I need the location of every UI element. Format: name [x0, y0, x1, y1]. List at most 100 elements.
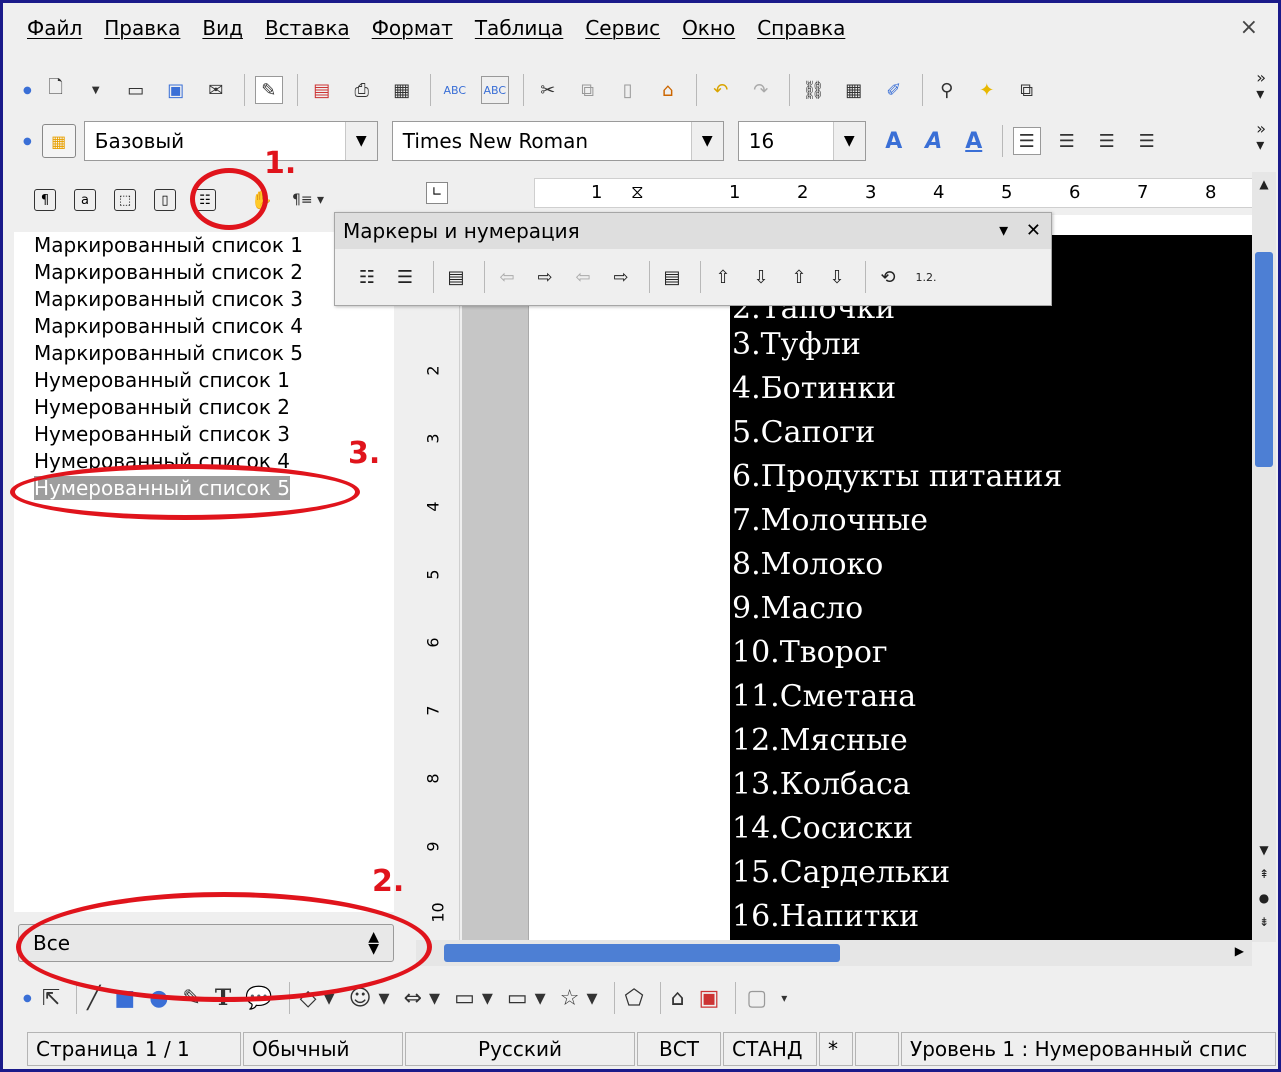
document-line[interactable]: 5.Сапоги: [732, 415, 875, 450]
chevron-down-icon[interactable]: ▼: [690, 122, 723, 160]
chevron-down-icon[interactable]: ▼: [832, 122, 865, 160]
promote-with-sublevels-icon[interactable]: ⇦: [571, 265, 595, 289]
paragraph-styles-icon[interactable]: ¶: [34, 189, 56, 211]
vertical-ruler[interactable]: 2 3 4 5 6 7 8 9 10: [416, 215, 460, 940]
insert-unnumbered-entry-icon[interactable]: ▤: [660, 265, 684, 289]
toolbar-handle-icon[interactable]: ●: [23, 85, 32, 96]
align-right-icon[interactable]: ☰: [1093, 127, 1121, 155]
redo-icon[interactable]: ↷: [747, 76, 775, 104]
document-line[interactable]: 4.Ботинки: [732, 371, 896, 406]
table-icon[interactable]: ▦: [840, 76, 868, 104]
list-item[interactable]: Маркированный список 4: [14, 313, 394, 340]
document-line[interactable]: 10.Творог: [732, 635, 888, 670]
paragraph-style-combo[interactable]: Базовый ▼: [83, 121, 378, 161]
new-document-icon[interactable]: 🗋: [42, 76, 70, 104]
character-styles-icon[interactable]: a: [74, 189, 96, 211]
more-tools-chevron-icon[interactable]: » ▾: [1256, 121, 1266, 153]
extrusion-icon[interactable]: ▢: [746, 986, 767, 1011]
export-pdf-icon[interactable]: ▤: [308, 76, 336, 104]
scroll-down-icon[interactable]: ▼: [1254, 840, 1274, 860]
ruler-indent-marker-icon[interactable]: ⧖: [631, 182, 644, 203]
flowchart-icon[interactable]: ▭ ▾: [454, 986, 493, 1011]
frame-styles-icon[interactable]: ⬚: [114, 189, 136, 211]
previous-page-icon[interactable]: ⇞: [1254, 864, 1274, 884]
document-line[interactable]: 8.Молоко: [732, 547, 883, 582]
justify-icon[interactable]: ☰: [1133, 127, 1161, 155]
page-styles-icon[interactable]: ▯: [154, 189, 176, 211]
move-down-with-subpoints-icon[interactable]: ⇩: [825, 265, 849, 289]
restart-numbering-icon[interactable]: ⟲: [876, 265, 900, 289]
font-size-combo[interactable]: 16 ▼: [737, 121, 866, 161]
document-line[interactable]: 13.Колбаса: [732, 767, 911, 802]
close-icon[interactable]: ✕: [1026, 220, 1041, 241]
find-replace-icon[interactable]: ⚲: [933, 76, 961, 104]
align-left-icon[interactable]: ☰: [1012, 127, 1041, 155]
next-page-icon[interactable]: ⇟: [1254, 912, 1274, 932]
list-item[interactable]: Маркированный список 5: [14, 340, 394, 367]
bullets-on-off-icon[interactable]: ☷: [355, 265, 379, 289]
from-file-image-icon[interactable]: ▣: [699, 986, 720, 1011]
font-name-combo[interactable]: Times New Roman ▼: [391, 121, 724, 161]
paste-icon[interactable]: ▯: [614, 76, 642, 104]
toolbar-handle-icon[interactable]: ●: [23, 993, 32, 1004]
cut-icon[interactable]: ✂: [534, 76, 562, 104]
align-center-icon[interactable]: ☰: [1053, 127, 1081, 155]
document-line[interactable]: 6.Продукты питания: [732, 459, 1062, 494]
list-item[interactable]: Нумерованный список 3: [14, 421, 394, 448]
vertical-scroll-thumb[interactable]: [1255, 252, 1273, 467]
status-signature[interactable]: [855, 1032, 899, 1066]
menu-edit[interactable]: Правка: [104, 16, 180, 40]
navigator-icon[interactable]: ✦: [973, 76, 1001, 104]
menu-tools[interactable]: Сервис: [585, 16, 660, 40]
more-tools-chevron-icon[interactable]: ▾: [781, 991, 787, 1005]
horizontal-ruler[interactable]: ∟ 1 ⧖ 1 2 3 4 5 6 7 8: [416, 172, 1254, 214]
save-icon[interactable]: ▣: [162, 76, 190, 104]
document-line[interactable]: 11.Сметана: [732, 679, 916, 714]
tab-stop-type-icon[interactable]: ∟: [426, 182, 448, 204]
document-line[interactable]: 15.Сардельки: [732, 855, 950, 890]
document-line[interactable]: 3.Туфли: [732, 327, 861, 362]
undo-icon[interactable]: ↶: [707, 76, 735, 104]
select-pointer-icon[interactable]: ⇱: [42, 986, 60, 1011]
move-up-icon[interactable]: ⇧: [711, 265, 735, 289]
print-icon[interactable]: ⎙: [348, 76, 376, 104]
format-paintbrush-icon[interactable]: ⌂: [654, 76, 682, 104]
dropdown-arrow-icon[interactable]: ▼: [82, 76, 110, 104]
bullets-numbering-dialog-icon[interactable]: 1.2.: [914, 265, 938, 289]
more-tools-chevron-icon[interactable]: » ▾: [1256, 70, 1266, 102]
document-canvas[interactable]: 2.Тапочки 3.Туфли 4.Ботинки 5.Сапоги 6.П…: [462, 215, 1252, 940]
callouts-icon[interactable]: ▭ ▾: [507, 986, 546, 1011]
spellcheck-icon[interactable]: ABC: [441, 76, 469, 104]
move-down-icon[interactable]: ⇩: [749, 265, 773, 289]
menu-help[interactable]: Справка: [757, 16, 845, 40]
document-page[interactable]: 2.Тапочки 3.Туфли 4.Ботинки 5.Сапоги 6.П…: [528, 215, 1252, 940]
menu-view[interactable]: Вид: [202, 16, 243, 40]
show-draw-functions-icon[interactable]: ✐: [880, 76, 908, 104]
edit-mode-icon[interactable]: ✎: [254, 76, 283, 104]
close-document-icon[interactable]: ×: [1240, 15, 1258, 40]
document-line[interactable]: 16.Напитки: [732, 899, 919, 934]
document-line[interactable]: 14.Сосиски: [732, 811, 913, 846]
document-line[interactable]: 9.Масло: [732, 591, 863, 626]
hyperlink-icon[interactable]: ⛓: [800, 76, 828, 104]
status-page-style[interactable]: Обычный: [243, 1032, 403, 1066]
document-line[interactable]: 7.Молочные: [732, 503, 928, 538]
underline-icon[interactable]: A: [960, 127, 988, 155]
document-line[interactable]: 12.Мясные: [732, 723, 908, 758]
menu-window[interactable]: Окно: [682, 16, 735, 40]
points-icon[interactable]: ⬠: [625, 986, 644, 1011]
move-up-with-subpoints-icon[interactable]: ⇧: [787, 265, 811, 289]
scroll-up-icon[interactable]: ▲: [1254, 174, 1274, 194]
stars-icon[interactable]: ☆ ▾: [560, 986, 598, 1011]
toolbar-titlebar[interactable]: Маркеры и нумерация ▾ ✕: [335, 213, 1051, 249]
menu-table[interactable]: Таблица: [475, 16, 563, 40]
toolbar-handle-icon[interactable]: ●: [23, 136, 32, 147]
demote-with-sublevels-icon[interactable]: ⇨: [609, 265, 633, 289]
new-style-icon[interactable]: ¶≡ ▾: [288, 186, 328, 214]
menu-file[interactable]: Файл: [27, 16, 82, 40]
block-arrows-icon[interactable]: ⇔ ▾: [404, 986, 440, 1011]
menu-insert[interactable]: Вставка: [265, 16, 350, 40]
status-language[interactable]: Русский: [405, 1032, 635, 1066]
numbering-on-off-icon[interactable]: ☰: [393, 265, 417, 289]
vertical-scrollbar[interactable]: ▲ ▼ ⇞ ● ⇟: [1252, 172, 1276, 942]
